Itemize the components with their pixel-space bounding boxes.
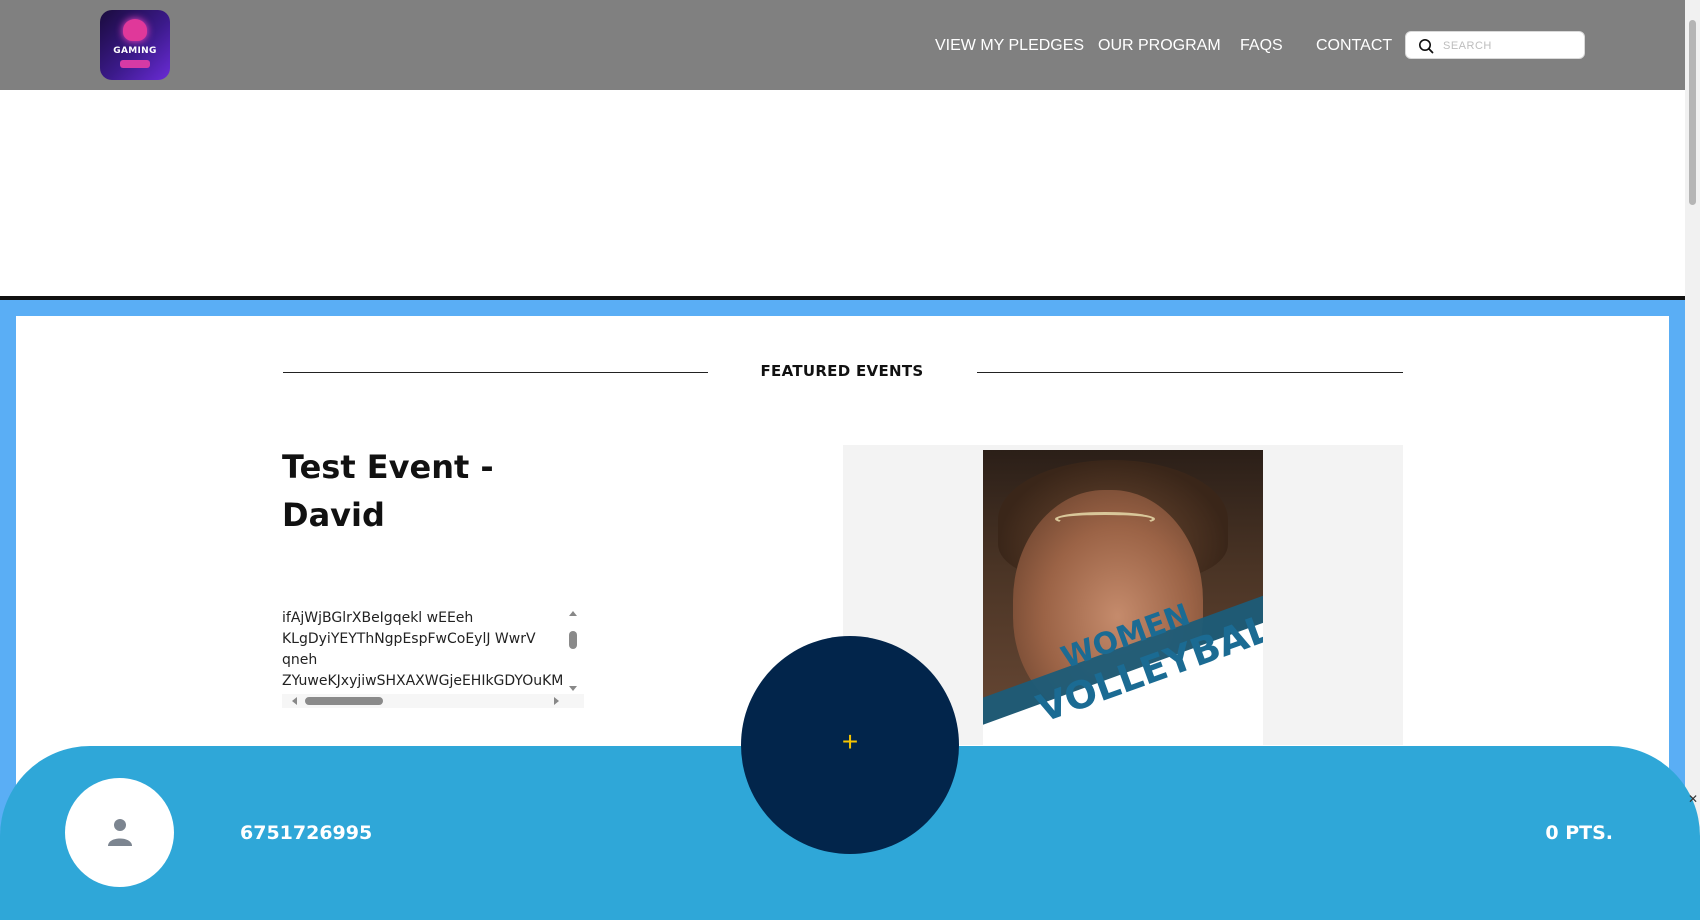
page-scrollbar[interactable] (1685, 0, 1700, 920)
event-description: ifAjWjBGlrXBeIgqekl wEEeh KLgDyiYEYThNgp… (282, 610, 564, 689)
user-icon (108, 819, 132, 846)
nav-our-program[interactable]: OUR PROGRAM (1098, 37, 1221, 55)
close-icon[interactable]: ✕ (1688, 792, 1698, 806)
event-poster-image[interactable]: WOMEN VOLLEYBALL (983, 450, 1263, 745)
nav-contact[interactable]: CONTACT (1316, 37, 1392, 55)
nav-view-my-pledges[interactable]: VIEW MY PLEDGES (935, 37, 1084, 55)
featured-line-right (977, 372, 1403, 373)
site-logo[interactable]: GAMING (100, 10, 170, 80)
plus-icon: + (841, 726, 859, 757)
search-input[interactable] (1441, 35, 1579, 57)
description-horizontal-scrollbar[interactable] (282, 694, 584, 708)
event-title: Test Event - David (282, 448, 494, 534)
poster-headband (1055, 512, 1155, 526)
user-avatar[interactable] (65, 778, 174, 887)
search-icon (1419, 39, 1434, 54)
nav-faqs[interactable]: FAQS (1240, 37, 1283, 55)
vertical-scroll-thumb[interactable] (569, 631, 577, 649)
points-balance: 0 PTS. (1545, 822, 1613, 844)
description-vertical-scrollbar[interactable] (567, 611, 579, 691)
site-header: GAMING VIEW MY PLEDGES OUR PROGRAM FAQS … (0, 0, 1685, 90)
logo-ribbon (120, 60, 150, 68)
featured-title: FEATURED EVENTS (760, 362, 924, 380)
scroll-right-icon[interactable] (554, 697, 559, 705)
page-scrollbar-thumb[interactable] (1689, 20, 1696, 205)
scroll-left-icon[interactable] (292, 697, 297, 705)
search-box (1405, 31, 1585, 59)
event-description-box[interactable]: ifAjWjBGlrXBeIgqekl wEEeh KLgDyiYEYThNgp… (282, 605, 584, 709)
user-id: 6751726995 (240, 822, 373, 844)
featured-line-left (283, 372, 708, 373)
horizontal-scroll-thumb[interactable] (305, 697, 383, 705)
scroll-up-icon[interactable] (569, 611, 577, 616)
logo-mascot-icon (123, 19, 147, 41)
scroll-down-icon[interactable] (569, 686, 577, 691)
logo-text: GAMING (113, 46, 157, 56)
add-button[interactable]: + (741, 636, 959, 854)
